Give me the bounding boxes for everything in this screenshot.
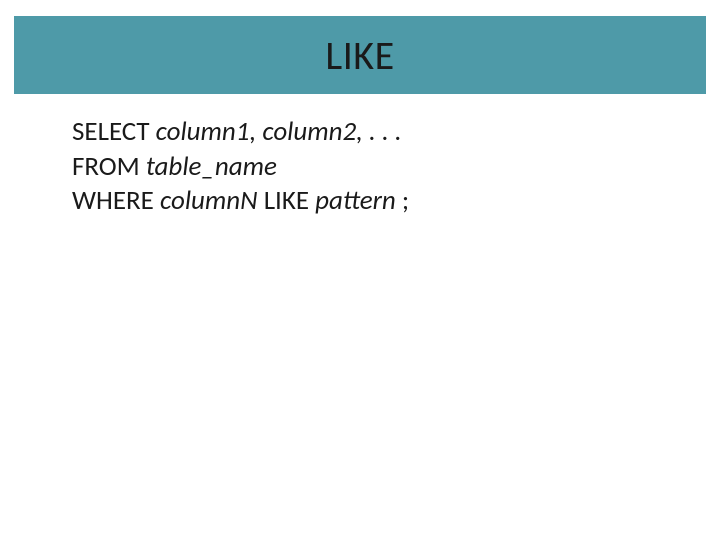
code-block: SELECT column1, column2, . . . FROM tabl… [72, 115, 680, 219]
keyword-like: LIKE [264, 184, 309, 217]
keyword-select: SELECT [72, 115, 150, 148]
table-placeholder: table_name [146, 150, 277, 183]
code-line-1: SELECT column1, column2, . . . [72, 115, 680, 150]
slide-title: LIKE [325, 31, 394, 80]
slide-header: LIKE [14, 16, 706, 94]
columns-placeholder: column1, column2, . . . [156, 115, 402, 148]
code-line-2: FROM table_name [72, 150, 680, 185]
column-n-placeholder: columnN [160, 184, 258, 217]
code-line-3: WHERE columnN LIKE pattern ; [72, 184, 680, 219]
pattern-placeholder: pattern [315, 184, 396, 217]
keyword-from: FROM [72, 150, 140, 183]
keyword-where: WHERE [72, 184, 154, 217]
semicolon: ; [402, 184, 409, 217]
